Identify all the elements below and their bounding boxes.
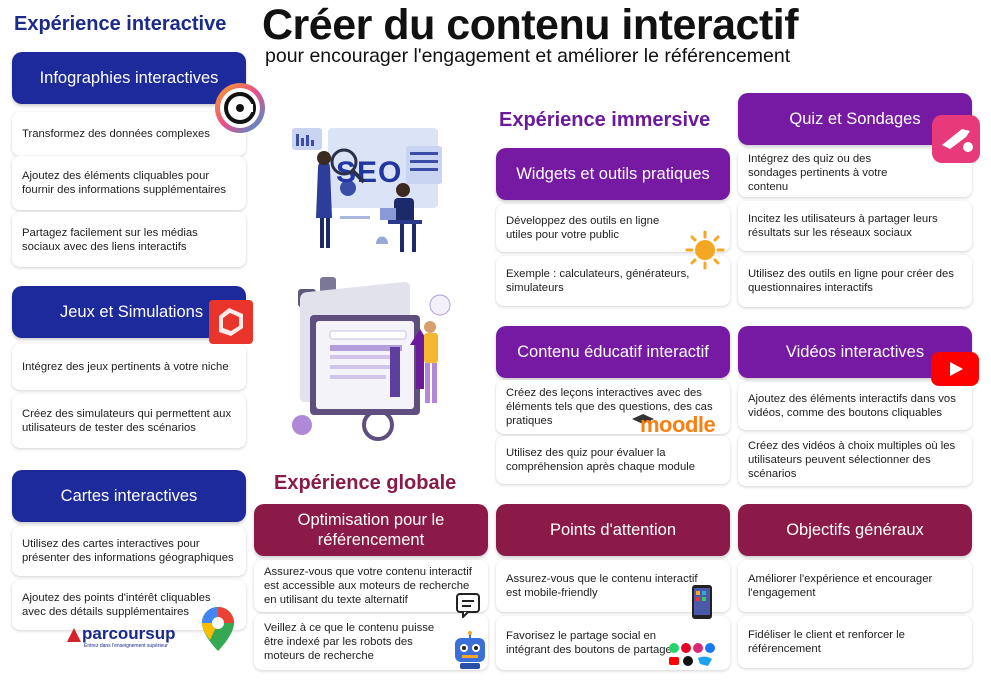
- section-title-interactive: Expérience interactive: [14, 13, 227, 35]
- chat-icon: [455, 592, 481, 620]
- magnifier-icon: [330, 148, 366, 184]
- quiz-app-icon: [932, 115, 980, 163]
- list-item: Transformez des données complexes: [12, 112, 246, 156]
- card-widgets-title: Widgets et outils pratiques: [496, 148, 730, 200]
- card-infographies-title: Infographies interactives: [12, 52, 246, 104]
- list-item: Ajoutez des éléments interactifs dans vo…: [738, 382, 972, 430]
- sun-icon: [685, 230, 725, 270]
- search-illustration: [280, 275, 460, 445]
- list-item: Utilisez des outils en ligne pour créer …: [738, 255, 972, 307]
- card-educatif: Contenu éducatif interactif Créez des le…: [496, 326, 730, 484]
- scratch-icon: [207, 298, 255, 346]
- list-item: Incitez les utilisateurs à partager leur…: [738, 201, 972, 251]
- youtube-icon: [931, 352, 979, 386]
- list-item: Fidéliser le client et renforcer le réfé…: [738, 616, 972, 668]
- card-widgets: Widgets et outils pratiques Développez d…: [496, 148, 730, 306]
- page-title: Créer du contenu interactif: [262, 1, 799, 49]
- list-item: Partagez facilement sur les médias socia…: [12, 212, 246, 267]
- parcoursup-tagline: Entrez dans l'enseignement supérieur: [84, 643, 168, 649]
- list-item: Utilisez des quiz pour évaluer la compré…: [496, 436, 730, 484]
- genially-icon: [214, 82, 266, 134]
- moodle-text: moodle: [640, 412, 716, 437]
- card-objectifs: Objectifs généraux Améliorer l'expérienc…: [738, 504, 972, 670]
- section-title-immersive: Expérience immersive: [499, 109, 711, 131]
- card-points-title: Points d'attention: [496, 504, 730, 556]
- list-item: Créez des vidéos à choix multiples où le…: [738, 434, 972, 486]
- list-item: Utilisez des cartes interactives pour pr…: [12, 526, 246, 576]
- list-item: Améliorer l'expérience et encourager l'e…: [738, 560, 972, 612]
- social-icons: [668, 642, 718, 670]
- map-pin-icon: [200, 605, 236, 653]
- parcoursup-text: parcoursup: [82, 624, 176, 643]
- card-videos: Vidéos interactives Ajoutez des éléments…: [738, 326, 972, 486]
- smartphone-icon: [691, 584, 713, 620]
- card-educatif-title: Contenu éducatif interactif: [496, 326, 730, 378]
- parcoursup-logo: parcoursup Entrez dans l'enseignement su…: [66, 624, 216, 652]
- page-subtitle: pour encourager l'engagement et améliore…: [265, 45, 791, 67]
- moodle-logo: moodle: [632, 412, 722, 440]
- card-optimisation-title: Optimisation pour le référencement: [254, 504, 488, 556]
- card-objectifs-title: Objectifs généraux: [738, 504, 972, 556]
- list-item: Créez des simulateurs qui permettent aux…: [12, 394, 246, 448]
- list-item: Intégrez des jeux pertinents à votre nic…: [12, 344, 246, 390]
- card-cartes-title: Cartes interactives: [12, 470, 246, 522]
- list-item: Ajoutez des éléments cliquables pour fou…: [12, 156, 246, 210]
- card-infographies: Infographies interactives Transformez de…: [12, 52, 246, 267]
- section-title-global: Expérience globale: [274, 472, 457, 494]
- seo-illustration: SEO: [288, 108, 448, 258]
- robot-icon: [450, 630, 490, 670]
- list-item: Assurez-vous que votre contenu interacti…: [254, 560, 488, 612]
